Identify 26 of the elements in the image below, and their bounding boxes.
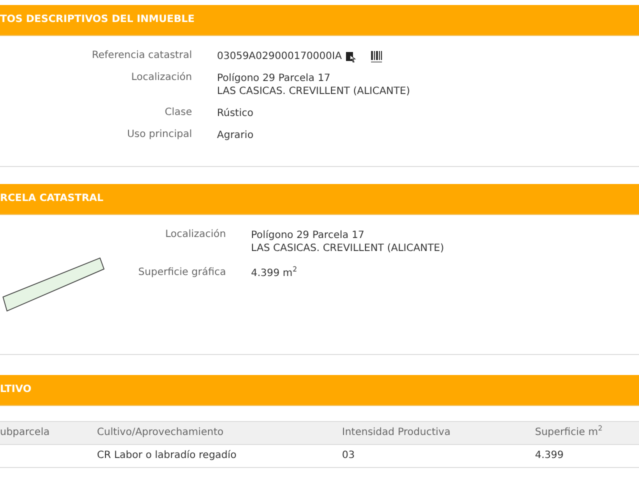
section-header: LTIVO [0,375,639,406]
field-label: Localización [130,72,192,83]
field-value: 4.399 m$^{2}$ [251,267,298,280]
field-label: Clase [164,107,192,118]
column-header: ubparcela [0,426,51,440]
field-label: Localización [164,229,226,240]
field-value: Polígono 29 Parcela 17 [217,72,332,85]
field-value: LAS CASICAS. CREVILLENT (ALICANTE) [251,242,444,255]
section-header: TOS DESCRIPTIVOS DEL INMUEBLE [0,5,639,36]
section-header: RCELA CATASTRAL [0,184,639,215]
field-label: Uso principal [126,129,192,140]
column-header: Superficie m$^{2}$ [535,424,604,440]
table-cell-text: 03 [342,449,356,463]
field-value: 03059A029000170000IA [217,50,342,63]
column-header: Cultivo/Aprovechamiento [97,426,224,440]
field-value: Polígono 29 Parcela 17 [251,229,366,242]
barcode-icon[interactable] [370,51,382,63]
field-value: LAS CASICAS. CREVILLENT (ALICANTE) [217,85,410,98]
table-cell-text: 4.399 [535,449,565,463]
column-header: Intensidad Productiva [342,426,452,440]
table-cell-text: CR Labor o labradío regadío [97,449,238,463]
field-label: Referencia catastral [90,50,192,61]
field-value: Agrario [217,129,254,142]
field-label: Superficie gráfica [137,267,226,278]
copy-icon[interactable] [344,51,357,63]
field-value: Rústico [217,107,254,120]
